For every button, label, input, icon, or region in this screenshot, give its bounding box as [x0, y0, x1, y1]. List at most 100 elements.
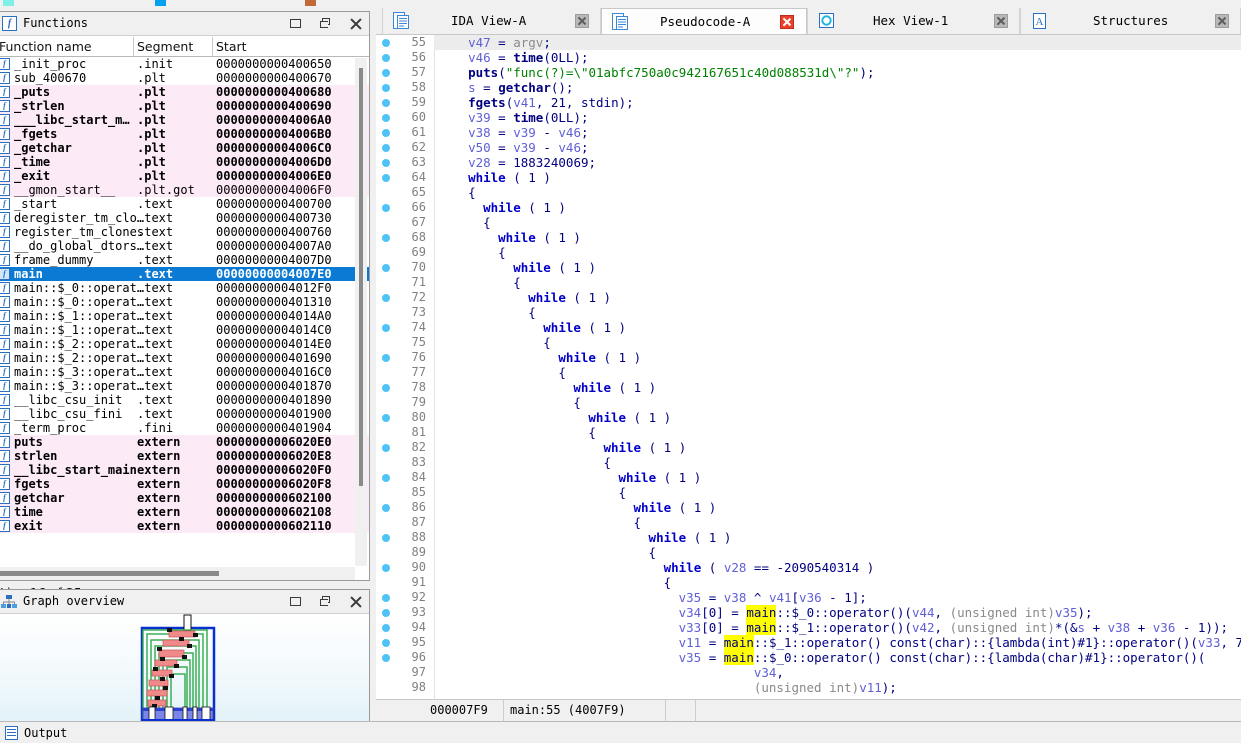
code-line[interactable]: 73 { — [376, 305, 1241, 320]
toolbar-icon-fragment[interactable] — [305, 0, 316, 6]
function-row[interactable]: f _puts .plt 0000000000400680 — [0, 85, 369, 99]
code-line[interactable]: 68 while ( 1 ) — [376, 230, 1241, 245]
functions-vscroll-thumb[interactable] — [359, 68, 363, 486]
code-line[interactable]: 62 v50 = v39 - v46; — [376, 140, 1241, 155]
breakpoint-marker-icon[interactable] — [382, 609, 390, 617]
function-row[interactable]: f _init_proc .init 0000000000400650 — [0, 57, 369, 71]
code-line[interactable]: 80 while ( 1 ) — [376, 410, 1241, 425]
breakpoint-marker-icon[interactable] — [382, 564, 390, 572]
function-row[interactable]: f time extern 0000000000602108 — [0, 505, 369, 519]
tab-close-icon[interactable] — [780, 15, 794, 29]
breakpoint-marker-icon[interactable] — [382, 474, 390, 482]
column-header-function-name[interactable]: Function name — [0, 39, 92, 54]
function-row[interactable]: f getchar extern 0000000000602100 — [0, 491, 369, 505]
code-line[interactable]: 82 while ( 1 ) — [376, 440, 1241, 455]
tab-structures[interactable]: A Structures — [1020, 8, 1241, 34]
function-row[interactable]: f frame_dummy .text 00000000004007D0 — [0, 253, 369, 267]
function-row[interactable]: f _fgets .plt 00000000004006B0 — [0, 127, 369, 141]
code-line[interactable]: 71 { — [376, 275, 1241, 290]
breakpoint-marker-icon[interactable] — [382, 114, 390, 122]
code-line[interactable]: 95 v11 = main::$_1::operator() const(char… — [376, 635, 1241, 650]
tab-close-icon[interactable] — [575, 14, 589, 28]
tab-hex-view-1[interactable]: Hex View-1 — [807, 8, 1020, 34]
column-divider[interactable] — [212, 37, 213, 56]
function-row[interactable]: f sub_400670 .plt 0000000000400670 — [0, 71, 369, 85]
function-row[interactable]: f puts extern 00000000006020E0 — [0, 435, 369, 449]
code-line[interactable]: 72 while ( 1 ) — [376, 290, 1241, 305]
function-row[interactable]: f main::$_0::operat… .text 00000000004012F0 — [0, 281, 369, 295]
code-line[interactable]: 76 while ( 1 ) — [376, 350, 1241, 365]
function-row[interactable]: f main::$_2::operat… .text 00000000004014E0 — [0, 337, 369, 351]
function-row[interactable]: f _exit .plt 00000000004006E0 — [0, 169, 369, 183]
function-row[interactable]: f _start .text 0000000000400700 — [0, 197, 369, 211]
breakpoint-marker-icon[interactable] — [382, 504, 390, 512]
function-row[interactable]: f _strlen .plt 0000000000400690 — [0, 99, 369, 113]
graph-overview-canvas[interactable] — [0, 614, 369, 724]
function-row[interactable]: f _term_proc .fini 0000000000401904 — [0, 421, 369, 435]
tab-close-icon[interactable] — [1215, 14, 1229, 28]
code-line[interactable]: 89 { — [376, 545, 1241, 560]
code-line[interactable]: 85 { — [376, 485, 1241, 500]
function-row[interactable]: f ___libc_start_m… .plt 00000000004006A0 — [0, 113, 369, 127]
code-line[interactable]: 83 { — [376, 455, 1241, 470]
code-line[interactable]: 94 v33[0] = main::$_1::operator()(v42, (u… — [376, 620, 1241, 635]
code-line[interactable]: 98 (unsigned int)v11); — [376, 680, 1241, 695]
breakpoint-marker-icon[interactable] — [382, 654, 390, 662]
code-line[interactable]: 69 { — [376, 245, 1241, 260]
functions-hscroll-thumb[interactable] — [0, 571, 219, 576]
function-row[interactable]: f register_tm_clones .text 0000000000400760 — [0, 225, 369, 239]
close-icon[interactable] — [349, 595, 363, 609]
function-row[interactable]: f _time .plt 00000000004006D0 — [0, 155, 369, 169]
code-line[interactable]: 56 v46 = time(0LL); — [376, 50, 1241, 65]
code-line[interactable]: 61 v38 = v39 - v46; — [376, 125, 1241, 140]
breakpoint-marker-icon[interactable] — [382, 84, 390, 92]
toolbar-icon-fragment[interactable] — [155, 0, 166, 6]
code-line[interactable]: 59 fgets(v41, 21, stdin); — [376, 95, 1241, 110]
tab-ida-view-a[interactable]: IDA View-A — [382, 8, 601, 34]
function-row[interactable]: f _getchar .plt 00000000004006C0 — [0, 141, 369, 155]
breakpoint-marker-icon[interactable] — [382, 264, 390, 272]
function-row[interactable]: f __libc_csu_init .text 0000000000401890 — [0, 393, 369, 407]
output-window-bar[interactable]: Output — [0, 721, 1241, 743]
code-line[interactable]: 92 v35 = v38 ^ v41[v36 - 1]; — [376, 590, 1241, 605]
close-icon[interactable] — [349, 17, 363, 31]
breakpoint-marker-icon[interactable] — [382, 204, 390, 212]
code-line[interactable]: 91 { — [376, 575, 1241, 590]
code-line[interactable]: 81 { — [376, 425, 1241, 440]
breakpoint-marker-icon[interactable] — [382, 294, 390, 302]
column-divider[interactable] — [133, 37, 134, 56]
function-row[interactable]: f strlen extern 00000000006020E8 — [0, 449, 369, 463]
code-line[interactable]: 55 v47 = argv; — [376, 35, 1241, 50]
breakpoint-marker-icon[interactable] — [382, 324, 390, 332]
functions-row-list[interactable]: f _init_proc .init 0000000000400650 f sub_400… — [0, 57, 369, 580]
restore-icon[interactable] — [319, 595, 333, 609]
code-line[interactable]: 90 while ( v28 == -2090540314 ) — [376, 560, 1241, 575]
code-line[interactable]: 66 while ( 1 ) — [376, 200, 1241, 215]
code-line[interactable]: 57 puts("func(?)=\"01abfc750a0c942167651c… — [376, 65, 1241, 80]
function-row[interactable]: f main::$_0::operat… .text 0000000000401310 — [0, 295, 369, 309]
function-row[interactable]: f __libc_start_main extern 00000000006020F0 — [0, 463, 369, 477]
function-row[interactable]: f __do_global_dtors… .text 00000000004007A0 — [0, 239, 369, 253]
code-line[interactable]: 84 while ( 1 ) — [376, 470, 1241, 485]
breakpoint-marker-icon[interactable] — [382, 414, 390, 422]
code-line[interactable]: 86 while ( 1 ) — [376, 500, 1241, 515]
breakpoint-marker-icon[interactable] — [382, 384, 390, 392]
function-row[interactable]: f exit extern 0000000000602110 — [0, 519, 369, 533]
function-row[interactable]: f main .text 00000000004007E0 — [0, 267, 369, 281]
breakpoint-marker-icon[interactable] — [382, 444, 390, 452]
breakpoint-marker-icon[interactable] — [382, 354, 390, 362]
code-line[interactable]: 88 while ( 1 ) — [376, 530, 1241, 545]
breakpoint-marker-icon[interactable] — [382, 534, 390, 542]
code-line[interactable]: 64 while ( 1 ) — [376, 170, 1241, 185]
function-row[interactable]: f __libc_csu_fini .text 0000000000401900 — [0, 407, 369, 421]
column-header-start[interactable]: Start — [216, 39, 247, 54]
code-line[interactable]: 70 while ( 1 ) — [376, 260, 1241, 275]
breakpoint-marker-icon[interactable] — [382, 99, 390, 107]
function-row[interactable]: f main::$_3::operat… .text 0000000000401870 — [0, 379, 369, 393]
code-line[interactable]: 87 { — [376, 515, 1241, 530]
function-row[interactable]: f main::$_1::operat… .text 00000000004014A0 — [0, 309, 369, 323]
code-line[interactable]: 78 while ( 1 ) — [376, 380, 1241, 395]
pseudocode-lines[interactable]: 55 v47 = argv; 56 v46 = time(0LL); 57 puts("f… — [376, 35, 1241, 699]
breakpoint-marker-icon[interactable] — [382, 54, 390, 62]
code-line[interactable]: 58 s = getchar(); — [376, 80, 1241, 95]
